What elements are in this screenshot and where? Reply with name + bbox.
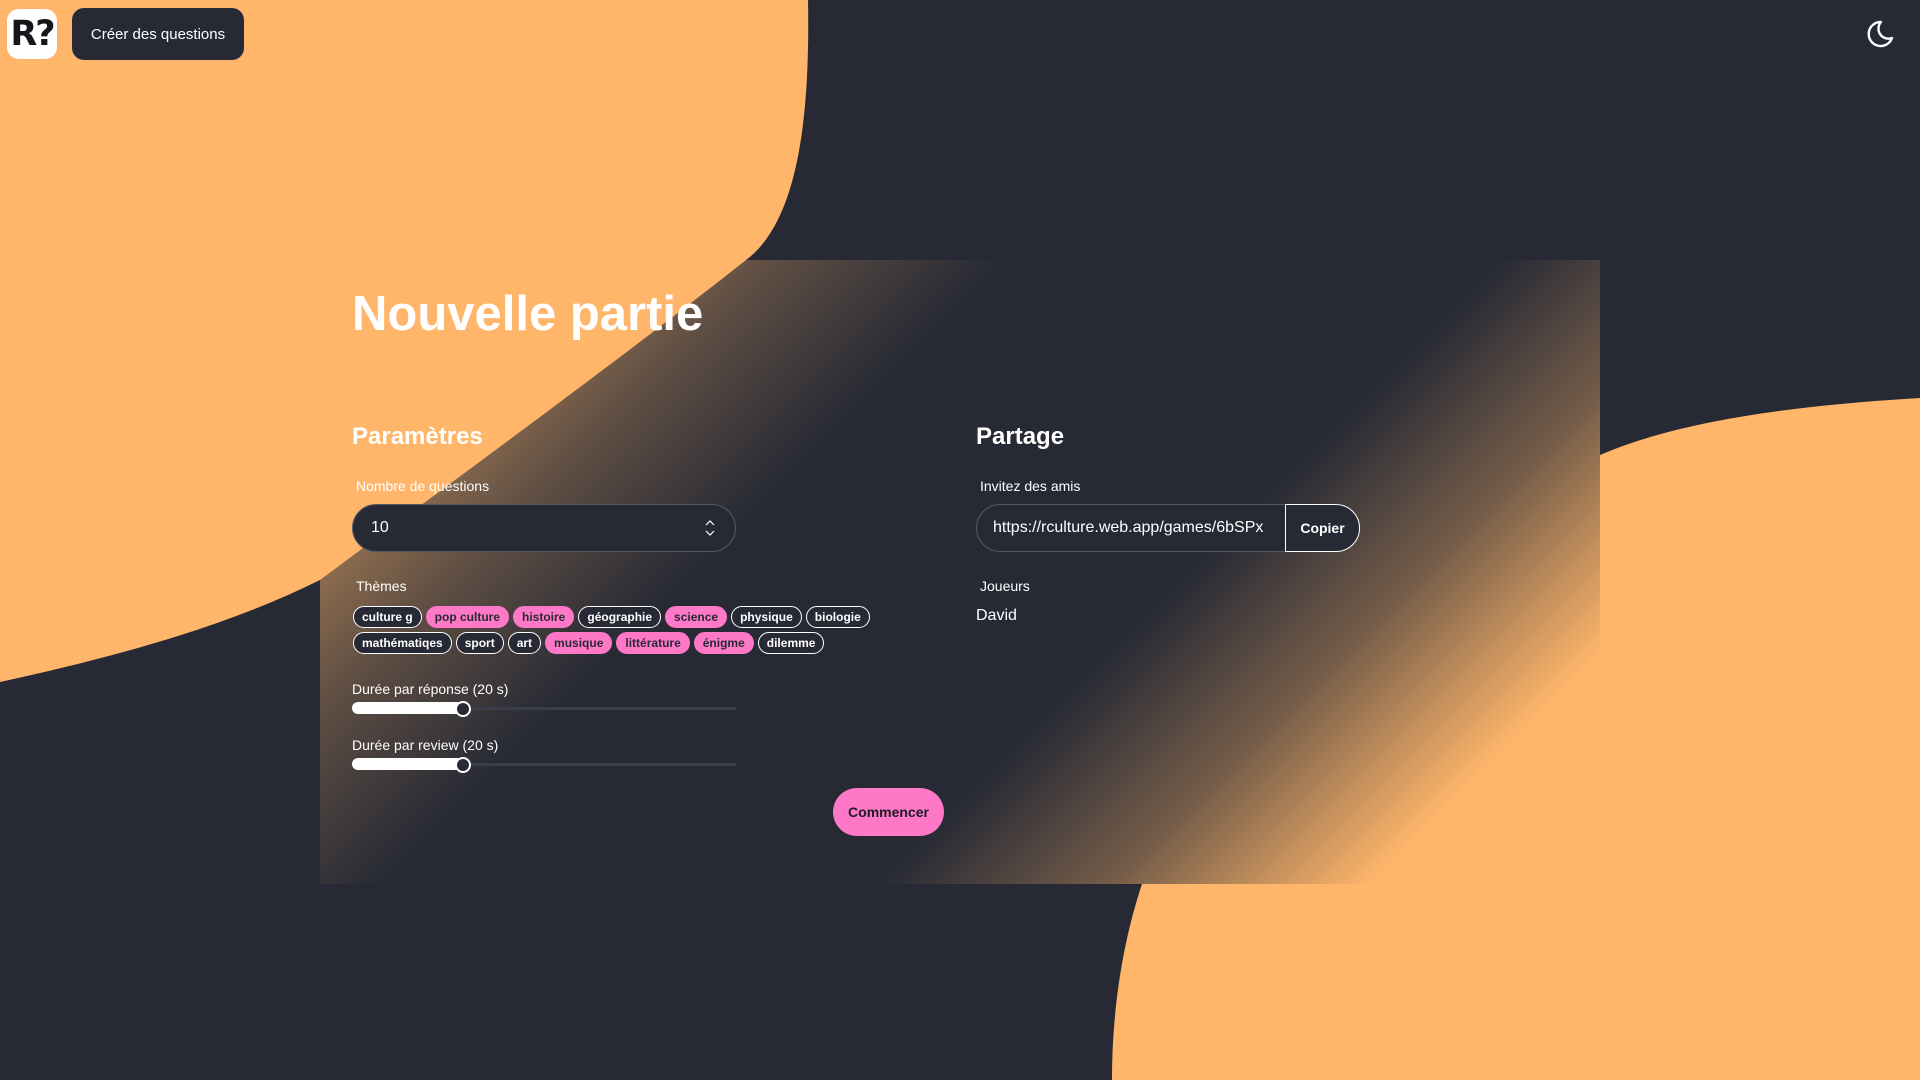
themes-row: mathématiqes sport art musique littératu… <box>353 632 873 654</box>
themes-label: Thèmes <box>356 578 407 594</box>
settings-section-title: Paramètres <box>352 423 483 450</box>
themes-row: culture g pop culture histoire géographi… <box>353 606 873 628</box>
theme-chip[interactable]: musique <box>545 632 613 654</box>
spinner-arrows-icon[interactable] <box>703 517 717 539</box>
theme-chip[interactable]: physique <box>731 606 802 628</box>
app-logo[interactable]: R? <box>7 9 57 59</box>
theme-chip[interactable]: géographie <box>578 606 662 628</box>
moon-icon[interactable] <box>1864 18 1896 50</box>
answer-duration-slider[interactable] <box>352 700 736 717</box>
theme-chip[interactable]: histoire <box>513 606 575 628</box>
invite-url-field[interactable]: https://rculture.web.app/games/6bSPx <box>976 504 1285 552</box>
theme-chip[interactable]: énigme <box>693 632 754 654</box>
theme-chip[interactable]: dilemme <box>757 632 825 654</box>
question-count-label: Nombre de questions <box>356 478 490 494</box>
question-count-input[interactable]: 10 <box>352 504 736 552</box>
invite-link-group: https://rculture.web.app/games/6bSPx Cop… <box>976 504 1360 552</box>
slider-thumb[interactable] <box>455 757 472 773</box>
player-name: David <box>976 607 1017 624</box>
theme-chip[interactable]: pop culture <box>425 606 510 628</box>
theme-chip[interactable]: mathématiqes <box>353 632 452 654</box>
review-duration-slider[interactable] <box>352 756 736 773</box>
players-label: Joueurs <box>980 578 1030 594</box>
theme-chip[interactable]: science <box>665 606 728 628</box>
copy-button[interactable]: Copier <box>1285 504 1360 552</box>
create-questions-button[interactable]: Créer des questions <box>72 8 244 60</box>
theme-chip[interactable]: culture g <box>353 606 422 628</box>
theme-chip[interactable]: biologie <box>805 606 870 628</box>
slider-fill <box>352 758 464 770</box>
new-game-card <box>320 260 1600 884</box>
slider-fill <box>352 702 464 714</box>
start-game-button[interactable]: Commencer <box>833 788 944 836</box>
answer-duration-label: Durée par réponse (20 s) <box>352 681 509 697</box>
theme-chip[interactable]: littérature <box>616 632 690 654</box>
share-section-title: Partage <box>976 423 1065 450</box>
question-count-value: 10 <box>371 519 389 536</box>
themes-list: culture g pop culture histoire géographi… <box>353 606 873 658</box>
theme-chip[interactable]: art <box>507 632 542 654</box>
review-duration-label: Durée par review (20 s) <box>352 737 499 753</box>
invite-label: Invitez des amis <box>980 478 1081 494</box>
page-title: Nouvelle partie <box>352 287 704 341</box>
theme-chip[interactable]: sport <box>455 632 504 654</box>
slider-thumb[interactable] <box>455 701 472 717</box>
